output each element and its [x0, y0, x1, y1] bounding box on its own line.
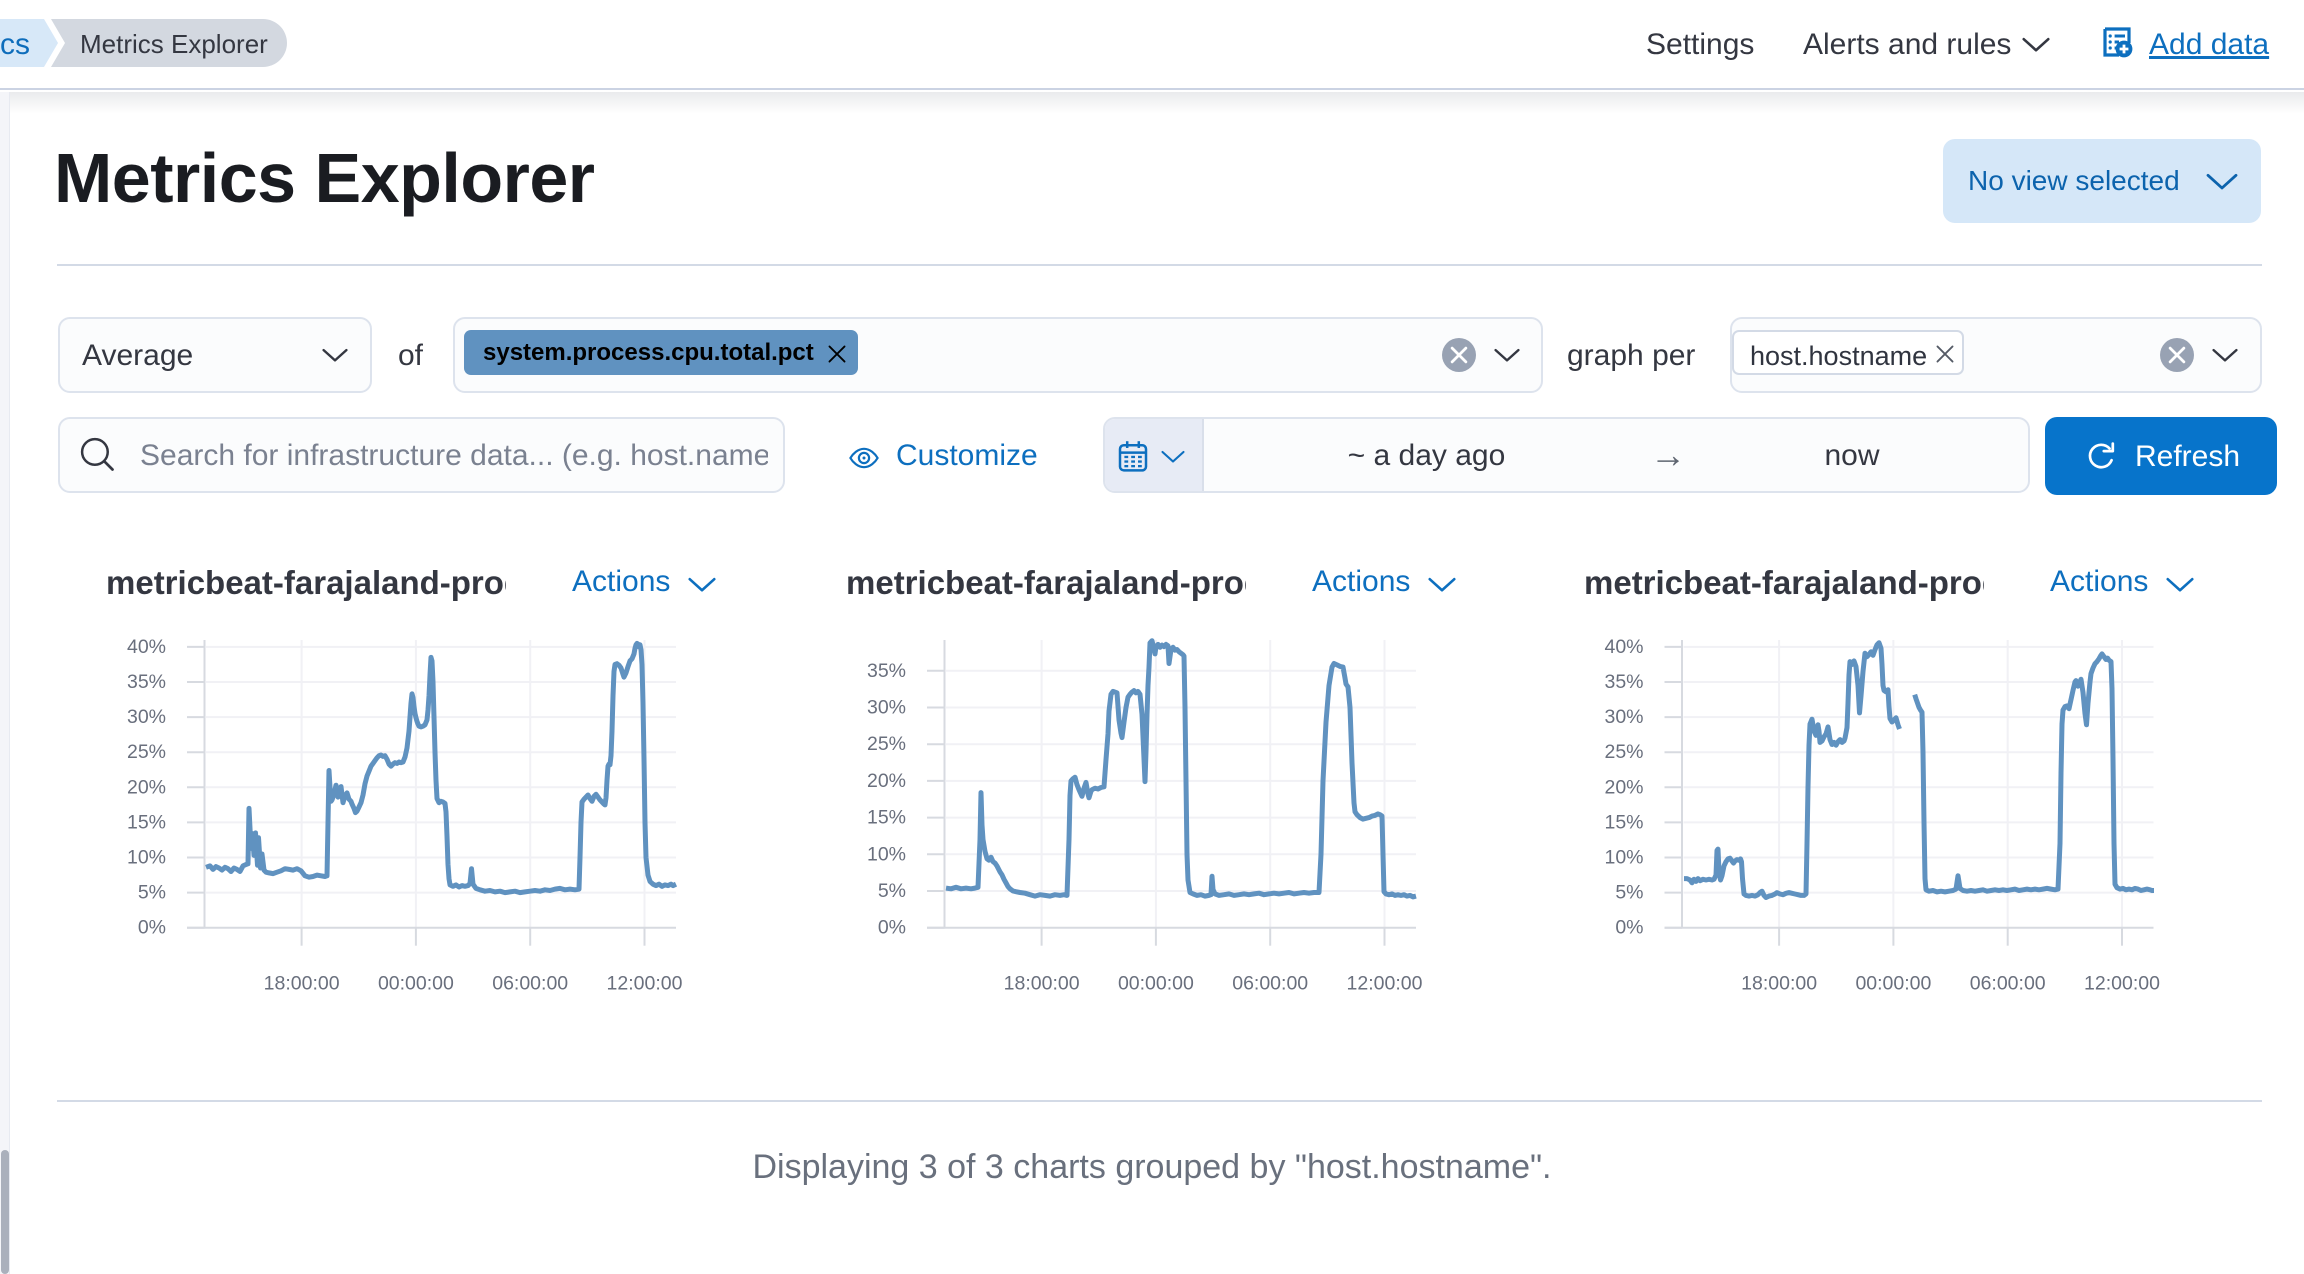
svg-text:0%: 0% [138, 917, 166, 939]
svg-text:30%: 30% [867, 697, 906, 719]
svg-text:30%: 30% [1604, 706, 1643, 728]
svg-text:06:00:00: 06:00:00 [1232, 973, 1308, 995]
svg-text:15%: 15% [1604, 811, 1643, 833]
svg-text:10%: 10% [867, 843, 906, 865]
svg-text:25%: 25% [127, 741, 166, 763]
svg-text:5%: 5% [138, 882, 166, 904]
svg-text:10%: 10% [127, 847, 166, 869]
svg-text:12:00:00: 12:00:00 [1347, 973, 1423, 995]
svg-text:20%: 20% [1604, 776, 1643, 798]
svg-text:40%: 40% [127, 636, 166, 658]
svg-text:35%: 35% [1604, 671, 1643, 693]
svg-text:06:00:00: 06:00:00 [492, 973, 568, 995]
svg-text:20%: 20% [867, 770, 906, 792]
svg-text:5%: 5% [1615, 882, 1643, 904]
svg-text:35%: 35% [867, 660, 906, 682]
svg-text:12:00:00: 12:00:00 [2084, 973, 2160, 995]
svg-text:18:00:00: 18:00:00 [1741, 973, 1817, 995]
svg-text:35%: 35% [127, 671, 166, 693]
svg-text:30%: 30% [127, 706, 166, 728]
svg-text:00:00:00: 00:00:00 [1118, 973, 1194, 995]
svg-text:06:00:00: 06:00:00 [1970, 973, 2046, 995]
svg-text:18:00:00: 18:00:00 [1004, 973, 1080, 995]
svg-text:0%: 0% [878, 917, 906, 939]
svg-text:20%: 20% [127, 776, 166, 798]
svg-text:00:00:00: 00:00:00 [1855, 973, 1931, 995]
svg-text:18:00:00: 18:00:00 [264, 973, 340, 995]
svg-text:40%: 40% [1604, 636, 1643, 658]
svg-text:0%: 0% [1615, 917, 1643, 939]
svg-text:5%: 5% [878, 880, 906, 902]
svg-text:25%: 25% [1604, 741, 1643, 763]
svg-text:25%: 25% [867, 733, 906, 755]
svg-text:12:00:00: 12:00:00 [607, 973, 683, 995]
svg-text:10%: 10% [1604, 847, 1643, 869]
svg-text:15%: 15% [867, 807, 906, 829]
svg-text:15%: 15% [127, 811, 166, 833]
svg-text:00:00:00: 00:00:00 [378, 973, 454, 995]
